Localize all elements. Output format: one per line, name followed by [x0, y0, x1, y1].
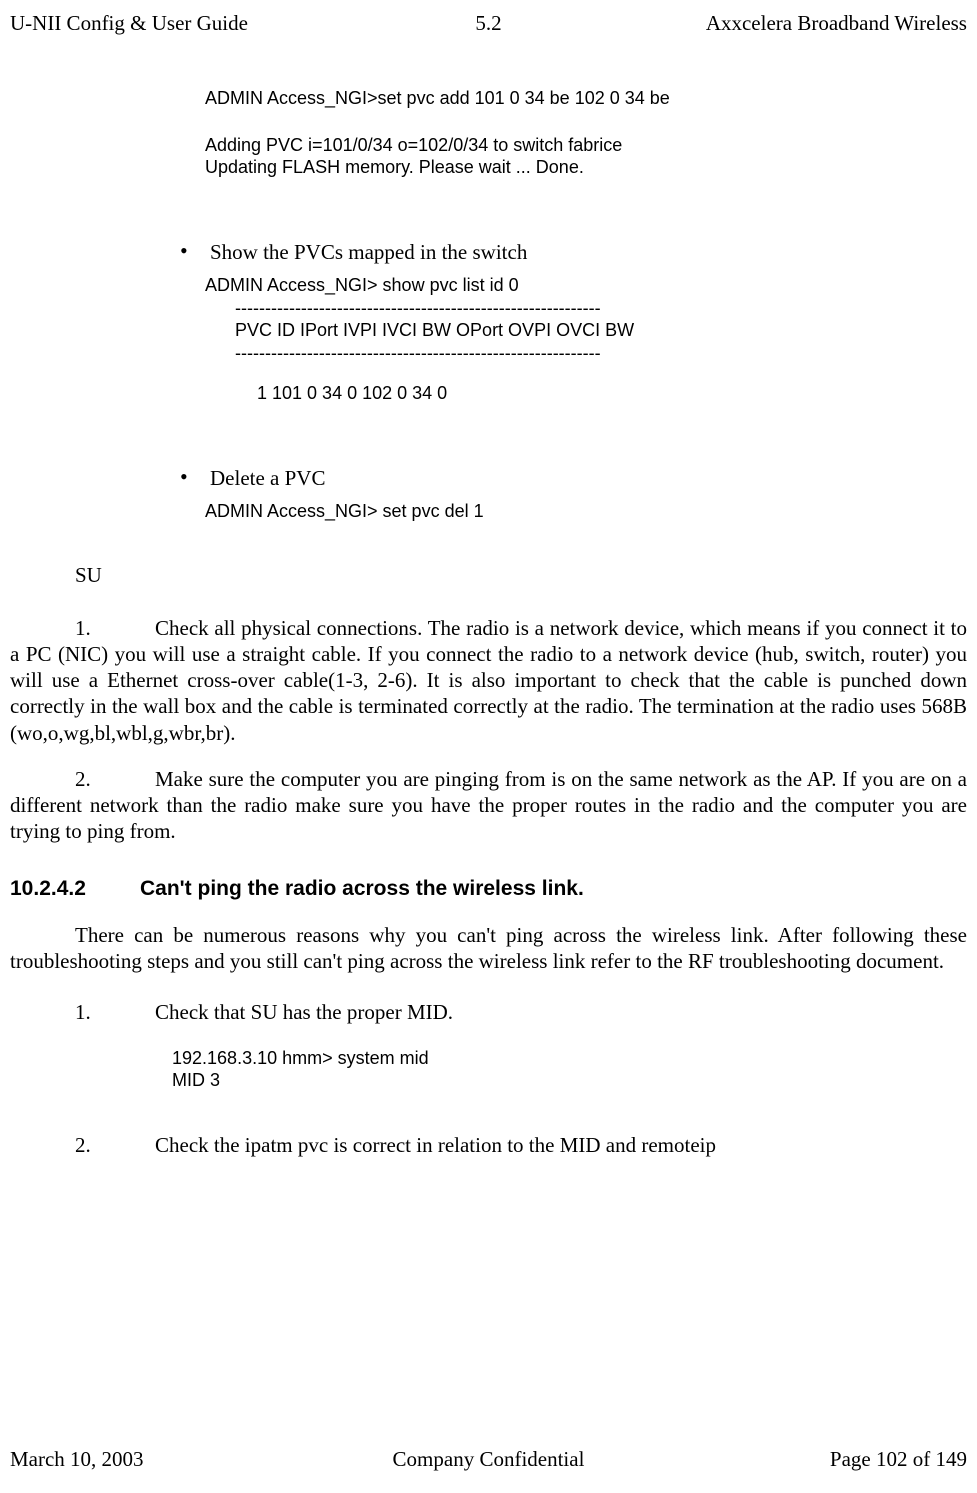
heading-number: 10.2.4.2: [10, 875, 140, 902]
para-2-number: 2.: [75, 766, 155, 792]
page-footer: March 10, 2003 Company Confidential Page…: [10, 1446, 967, 1473]
header-right: Axxcelera Broadband Wireless: [651, 10, 967, 37]
footer-page: Page 102 of 149: [651, 1446, 967, 1473]
step-2-text: Check the ipatm pvc is correct in relati…: [155, 1133, 716, 1157]
cli-output-updating: Updating FLASH memory. Please wait ... D…: [205, 156, 967, 179]
pvc-table-header: PVC ID IPort IVPI IVCI BW OPort OVPI OVC…: [235, 319, 967, 342]
cli-output-adding: Adding PVC i=101/0/34 o=102/0/34 to swit…: [205, 134, 967, 157]
bullet-show-pvcs: • Show the PVCs mapped in the switch: [180, 239, 967, 266]
step-2-number: 2.: [75, 1132, 155, 1159]
para-1: 1.Check all physical connections. The ra…: [10, 615, 967, 746]
bullet-icon: •: [180, 239, 210, 266]
step-1-number: 1.: [75, 999, 155, 1026]
step-1: 1.Check that SU has the proper MID.: [75, 999, 967, 1026]
heading-10-2-4-2: 10.2.4.2Can't ping the radio across the …: [10, 875, 967, 902]
pvc-table-row: 1 101 0 34 0 102 0 34 0: [257, 382, 967, 405]
para-intro-text: There can be numerous reasons why you ca…: [10, 923, 967, 973]
cli-system-mid: 192.168.3.10 hmm> system mid: [172, 1047, 967, 1070]
bullet-delete-pvc: • Delete a PVC: [180, 465, 967, 492]
para-2: 2.Make sure the computer you are pinging…: [10, 766, 967, 845]
cli-set-pvc-add: ADMIN Access_NGI>set pvc add 101 0 34 be…: [205, 87, 967, 110]
divider-line: ----------------------------------------…: [235, 342, 967, 365]
cli-show-pvc-list: ADMIN Access_NGI> show pvc list id 0: [205, 274, 967, 297]
heading-text: Can't ping the radio across the wireless…: [140, 877, 584, 900]
su-heading: SU: [75, 562, 967, 589]
bullet-show-pvcs-label: Show the PVCs mapped in the switch: [210, 239, 527, 266]
cli-set-pvc-del: ADMIN Access_NGI> set pvc del 1: [205, 500, 967, 523]
bullet-icon: •: [180, 465, 210, 492]
cli-mid-output: MID 3: [172, 1069, 967, 1092]
header-left: U-NII Config & User Guide: [10, 10, 326, 37]
para-1-number: 1.: [75, 615, 155, 641]
divider-line: ----------------------------------------…: [235, 297, 967, 320]
bullet-delete-pvc-label: Delete a PVC: [210, 465, 325, 492]
header-center: 5.2: [331, 10, 647, 37]
footer-date: March 10, 2003: [10, 1446, 326, 1473]
page-header: U-NII Config & User Guide 5.2 Axxcelera …: [10, 10, 967, 37]
para-intro: There can be numerous reasons why you ca…: [10, 922, 967, 975]
step-2: 2.Check the ipatm pvc is correct in rela…: [75, 1132, 967, 1159]
footer-conf: Company Confidential: [331, 1446, 647, 1473]
step-1-text: Check that SU has the proper MID.: [155, 1000, 453, 1024]
